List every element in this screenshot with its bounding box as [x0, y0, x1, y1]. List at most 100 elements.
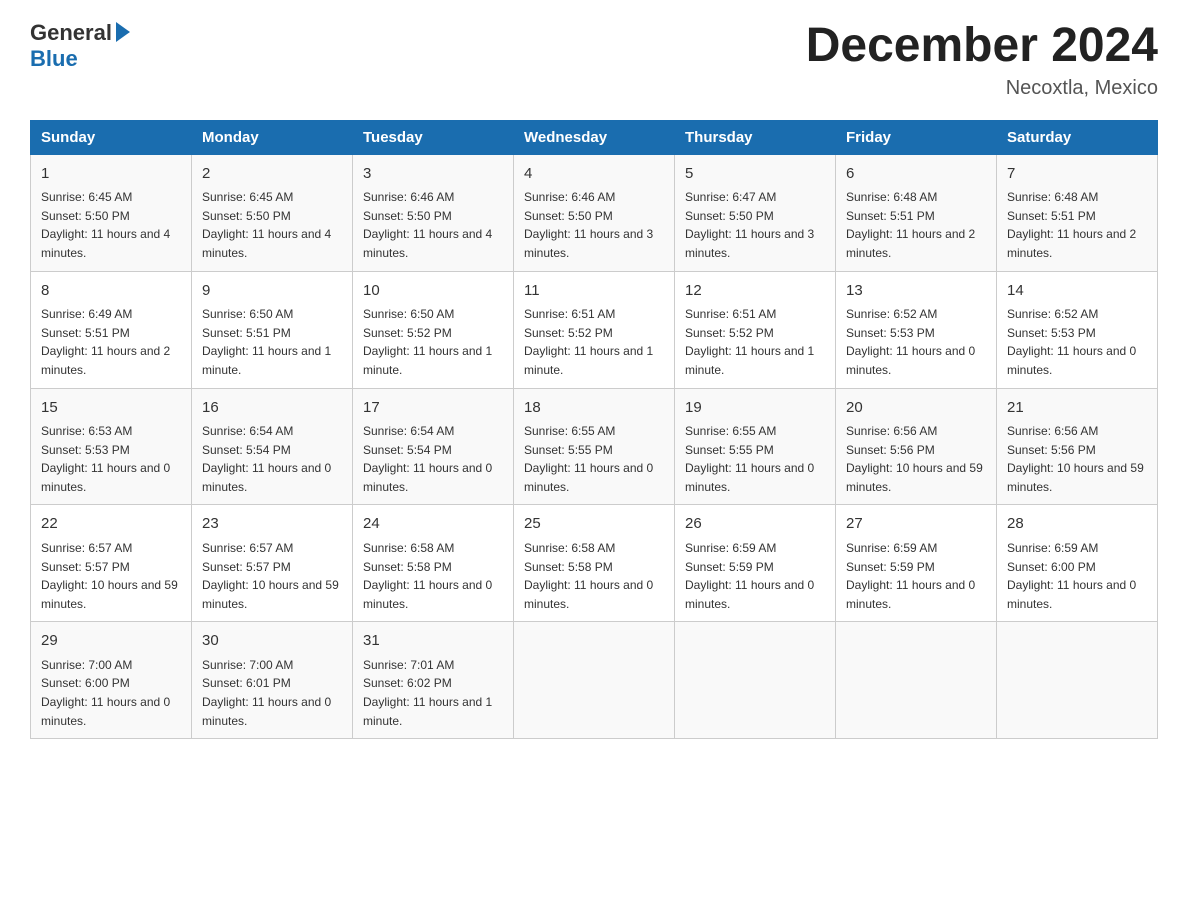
day-info: Sunrise: 6:49 AMSunset: 5:51 PMDaylight:… — [41, 305, 181, 379]
day-number: 28 — [1007, 513, 1147, 536]
month-title: December 2024 — [806, 20, 1158, 73]
col-header-wednesday: Wednesday — [514, 120, 675, 154]
day-number: 13 — [846, 280, 986, 303]
col-header-sunday: Sunday — [31, 120, 192, 154]
day-number: 27 — [846, 513, 986, 536]
calendar-cell: 5Sunrise: 6:47 AMSunset: 5:50 PMDaylight… — [675, 154, 836, 271]
calendar-cell: 20Sunrise: 6:56 AMSunset: 5:56 PMDayligh… — [836, 388, 997, 505]
day-number: 17 — [363, 397, 503, 420]
day-info: Sunrise: 6:58 AMSunset: 5:58 PMDaylight:… — [524, 539, 664, 613]
calendar-cell: 25 Sunrise: 6:58 AMSunset: 5:58 PMDayligh… — [514, 505, 675, 622]
calendar-cell — [997, 622, 1158, 739]
day-number: 26 — [685, 513, 825, 536]
day-number: 30 — [202, 630, 342, 653]
day-number: 12 — [685, 280, 825, 303]
day-info: Sunrise: 6:59 AMSunset: 5:59 PMDaylight:… — [685, 539, 825, 613]
day-number: 1 — [41, 163, 181, 186]
calendar-cell: 23 Sunrise: 6:57 AMSunset: 5:57 PMDayligh… — [192, 505, 353, 622]
day-info: Sunrise: 6:51 AMSunset: 5:52 PMDaylight:… — [524, 305, 664, 379]
day-info: Sunrise: 6:55 AMSunset: 5:55 PMDaylight:… — [524, 422, 664, 496]
day-info: Sunrise: 6:46 AMSunset: 5:50 PMDaylight:… — [363, 188, 503, 262]
day-number: 14 — [1007, 280, 1147, 303]
calendar-cell — [836, 622, 997, 739]
day-number: 4 — [524, 163, 664, 186]
day-number: 8 — [41, 280, 181, 303]
page-header: General Blue December 2024 Necoxtla, Mex… — [30, 20, 1158, 100]
calendar-cell: 6Sunrise: 6:48 AMSunset: 5:51 PMDaylight… — [836, 154, 997, 271]
calendar-cell: 12Sunrise: 6:51 AMSunset: 5:52 PMDayligh… — [675, 271, 836, 388]
day-number: 16 — [202, 397, 342, 420]
calendar-cell: 30 Sunrise: 7:00 AMSunset: 6:01 PMDayligh… — [192, 622, 353, 739]
day-info: Sunrise: 6:48 AMSunset: 5:51 PMDaylight:… — [1007, 188, 1147, 262]
calendar-cell: 22 Sunrise: 6:57 AMSunset: 5:57 PMDayligh… — [31, 505, 192, 622]
day-info: Sunrise: 6:50 AMSunset: 5:51 PMDaylight:… — [202, 305, 342, 379]
day-info: Sunrise: 6:45 AMSunset: 5:50 PMDaylight:… — [202, 188, 342, 262]
week-row-3: 15Sunrise: 6:53 AMSunset: 5:53 PMDayligh… — [31, 388, 1158, 505]
day-number: 7 — [1007, 163, 1147, 186]
day-info: Sunrise: 6:55 AMSunset: 5:55 PMDaylight:… — [685, 422, 825, 496]
calendar-cell: 27 Sunrise: 6:59 AMSunset: 5:59 PMDayligh… — [836, 505, 997, 622]
day-info: Sunrise: 6:54 AMSunset: 5:54 PMDaylight:… — [363, 422, 503, 496]
day-info: Sunrise: 6:48 AMSunset: 5:51 PMDaylight:… — [846, 188, 986, 262]
col-header-monday: Monday — [192, 120, 353, 154]
calendar-cell: 9Sunrise: 6:50 AMSunset: 5:51 PMDaylight… — [192, 271, 353, 388]
calendar-cell — [675, 622, 836, 739]
header-row: SundayMondayTuesdayWednesdayThursdayFrid… — [31, 120, 1158, 154]
day-number: 6 — [846, 163, 986, 186]
day-info: Sunrise: 6:45 AMSunset: 5:50 PMDaylight:… — [41, 188, 181, 262]
calendar-cell: 19Sunrise: 6:55 AMSunset: 5:55 PMDayligh… — [675, 388, 836, 505]
day-number: 23 — [202, 513, 342, 536]
calendar-cell: 8Sunrise: 6:49 AMSunset: 5:51 PMDaylight… — [31, 271, 192, 388]
col-header-saturday: Saturday — [997, 120, 1158, 154]
calendar-cell: 26 Sunrise: 6:59 AMSunset: 5:59 PMDayligh… — [675, 505, 836, 622]
day-info: Sunrise: 6:59 AMSunset: 6:00 PMDaylight:… — [1007, 539, 1147, 613]
calendar-cell: 2Sunrise: 6:45 AMSunset: 5:50 PMDaylight… — [192, 154, 353, 271]
day-number: 24 — [363, 513, 503, 536]
day-info: Sunrise: 6:56 AMSunset: 5:56 PMDaylight:… — [1007, 422, 1147, 496]
day-info: Sunrise: 6:57 AMSunset: 5:57 PMDaylight:… — [41, 539, 181, 613]
day-number: 9 — [202, 280, 342, 303]
day-info: Sunrise: 6:59 AMSunset: 5:59 PMDaylight:… — [846, 539, 986, 613]
day-info: Sunrise: 7:00 AMSunset: 6:01 PMDaylight:… — [202, 656, 342, 730]
week-row-5: 29 Sunrise: 7:00 AMSunset: 6:00 PMDayligh… — [31, 622, 1158, 739]
day-number: 19 — [685, 397, 825, 420]
calendar-cell — [514, 622, 675, 739]
day-info: Sunrise: 6:57 AMSunset: 5:57 PMDaylight:… — [202, 539, 342, 613]
day-number: 10 — [363, 280, 503, 303]
day-info: Sunrise: 6:52 AMSunset: 5:53 PMDaylight:… — [846, 305, 986, 379]
col-header-friday: Friday — [836, 120, 997, 154]
day-info: Sunrise: 6:58 AMSunset: 5:58 PMDaylight:… — [363, 539, 503, 613]
calendar-cell: 11Sunrise: 6:51 AMSunset: 5:52 PMDayligh… — [514, 271, 675, 388]
title-area: December 2024 Necoxtla, Mexico — [806, 20, 1158, 100]
day-number: 18 — [524, 397, 664, 420]
calendar-cell: 14Sunrise: 6:52 AMSunset: 5:53 PMDayligh… — [997, 271, 1158, 388]
logo: General Blue — [30, 20, 130, 72]
week-row-2: 8Sunrise: 6:49 AMSunset: 5:51 PMDaylight… — [31, 271, 1158, 388]
day-number: 25 — [524, 513, 664, 536]
day-info: Sunrise: 7:00 AMSunset: 6:00 PMDaylight:… — [41, 656, 181, 730]
day-number: 22 — [41, 513, 181, 536]
day-info: Sunrise: 6:52 AMSunset: 5:53 PMDaylight:… — [1007, 305, 1147, 379]
calendar-cell: 7Sunrise: 6:48 AMSunset: 5:51 PMDaylight… — [997, 154, 1158, 271]
col-header-thursday: Thursday — [675, 120, 836, 154]
calendar-cell: 13Sunrise: 6:52 AMSunset: 5:53 PMDayligh… — [836, 271, 997, 388]
day-number: 31 — [363, 630, 503, 653]
calendar-cell: 29 Sunrise: 7:00 AMSunset: 6:00 PMDayligh… — [31, 622, 192, 739]
day-info: Sunrise: 6:54 AMSunset: 5:54 PMDaylight:… — [202, 422, 342, 496]
day-info: Sunrise: 6:50 AMSunset: 5:52 PMDaylight:… — [363, 305, 503, 379]
week-row-1: 1Sunrise: 6:45 AMSunset: 5:50 PMDaylight… — [31, 154, 1158, 271]
calendar-cell: 16Sunrise: 6:54 AMSunset: 5:54 PMDayligh… — [192, 388, 353, 505]
day-info: Sunrise: 6:56 AMSunset: 5:56 PMDaylight:… — [846, 422, 986, 496]
logo-text-general: General — [30, 20, 112, 46]
day-number: 15 — [41, 397, 181, 420]
day-number: 21 — [1007, 397, 1147, 420]
day-info: Sunrise: 6:46 AMSunset: 5:50 PMDaylight:… — [524, 188, 664, 262]
day-number: 11 — [524, 280, 664, 303]
day-info: Sunrise: 6:47 AMSunset: 5:50 PMDaylight:… — [685, 188, 825, 262]
day-number: 29 — [41, 630, 181, 653]
logo-arrow-icon — [116, 22, 130, 42]
calendar-cell: 18Sunrise: 6:55 AMSunset: 5:55 PMDayligh… — [514, 388, 675, 505]
day-number: 20 — [846, 397, 986, 420]
day-info: Sunrise: 6:51 AMSunset: 5:52 PMDaylight:… — [685, 305, 825, 379]
calendar-cell: 24 Sunrise: 6:58 AMSunset: 5:58 PMDayligh… — [353, 505, 514, 622]
